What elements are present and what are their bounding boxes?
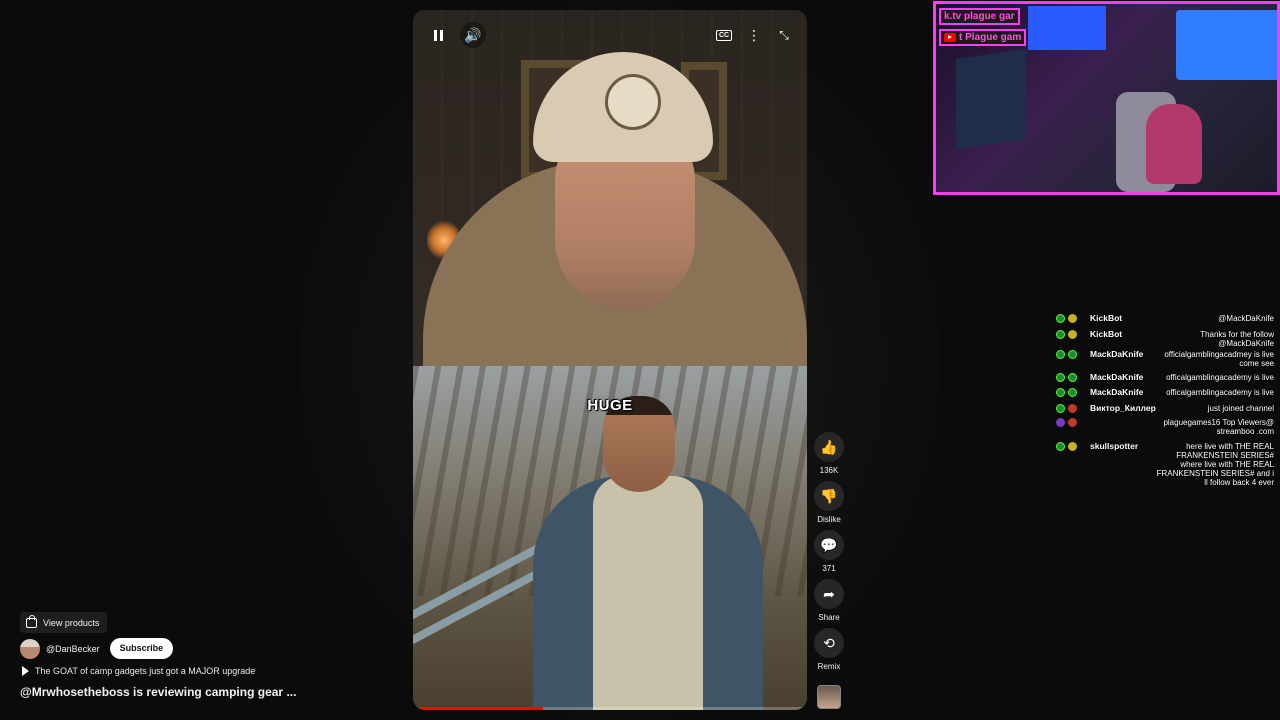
badge-icon — [1056, 314, 1065, 323]
youtube-icon — [944, 33, 956, 42]
chat-username: Виктор_Киллер — [1090, 403, 1156, 413]
chat-badges — [1056, 314, 1077, 323]
badge-icon — [1068, 314, 1077, 323]
view-products-button[interactable]: View products — [20, 612, 108, 633]
share-button[interactable]: ➦ Share — [813, 579, 845, 622]
channel-row: @DanBecker Subscribe — [20, 638, 174, 659]
progress-fill — [413, 707, 544, 710]
exit-fullscreen-button[interactable]: ⤡ — [773, 24, 795, 46]
chat-text: just joined channel — [1207, 404, 1274, 413]
remix-label: Remix — [817, 662, 841, 671]
chat-badges — [1056, 418, 1077, 427]
dislike-label: Dislike — [817, 515, 841, 524]
remix-button[interactable]: ⟲ Remix — [813, 628, 845, 671]
chat-badges — [1056, 330, 1077, 339]
thumbs-down-icon: 👎 — [814, 481, 844, 511]
related-video-title: The GOAT of camp gadgets just got a MAJO… — [35, 666, 256, 676]
chat-text: officalgamblingacademy is live — [1166, 388, 1274, 397]
video-top-clip — [413, 10, 807, 380]
chat-username: KickBot — [1090, 313, 1123, 323]
play-icon — [22, 666, 29, 676]
remix-icon: ⟲ — [814, 628, 844, 658]
chat-username: MackDaKnife — [1090, 387, 1144, 397]
kick-tag-text: k.tv plague gar — [944, 11, 1015, 22]
comment-count: 371 — [822, 564, 836, 573]
volume-button[interactable]: 🔊 — [460, 22, 486, 48]
dislike-button[interactable]: 👎 Dislike — [813, 481, 845, 524]
chat-text: here live with THE REAL FRANKENSTEIN SER… — [1156, 442, 1274, 487]
badge-icon — [1056, 404, 1065, 413]
badge-icon — [1056, 373, 1065, 382]
chat-username: skullspotter — [1090, 441, 1139, 451]
progress-bar[interactable] — [413, 707, 807, 710]
chat-badges — [1056, 373, 1077, 382]
channel-handle[interactable]: @DanBecker — [46, 644, 100, 654]
comment-icon: 💬 — [814, 530, 844, 560]
chat-text: @MackDaKnife — [1218, 314, 1274, 323]
chat-username: MackDaKnife — [1090, 372, 1144, 382]
subscribe-button[interactable]: Subscribe — [109, 638, 174, 659]
youtube-tag: t Plague gam — [939, 29, 1027, 46]
view-products-label: View products — [43, 617, 100, 628]
channel-thumbnail[interactable] — [817, 685, 841, 709]
chat-text: plaguegames16 Top Viewers@ streamboo .co… — [1163, 418, 1274, 436]
avatar[interactable] — [20, 638, 40, 659]
more-options-button[interactable]: ⋮ — [743, 24, 765, 46]
chat-username: KickBot — [1090, 329, 1123, 339]
badge-icon — [1056, 330, 1065, 339]
cap-logo — [605, 74, 661, 130]
chat-badges — [1056, 404, 1077, 413]
like-count: 136K — [819, 466, 839, 475]
shopping-bag-icon — [26, 614, 37, 628]
chat-badges — [1056, 442, 1077, 451]
badge-icon — [1068, 388, 1077, 397]
chat-badges — [1056, 350, 1077, 359]
related-video-link[interactable]: The GOAT of camp gadgets just got a MAJO… — [22, 666, 255, 676]
collapse-icon: ⤡ — [779, 27, 789, 42]
badge-icon — [1056, 418, 1065, 427]
badge-icon — [1056, 350, 1065, 359]
chat-text: officalgamblingacademy is live — [1166, 373, 1274, 382]
share-arrow-icon: ➦ — [814, 579, 844, 609]
youtube-tag-text: t Plague gam — [959, 32, 1022, 43]
badge-icon — [1068, 330, 1077, 339]
video-player[interactable]: HUGE 🔊 CC ⋮ ⤡ — [413, 10, 807, 710]
comments-button[interactable]: 💬 371 — [813, 530, 845, 573]
badge-icon — [1056, 388, 1065, 397]
volume-icon: 🔊 — [464, 26, 482, 43]
chat-text: officialgamblingacadmey is live come see — [1164, 350, 1274, 368]
share-label: Share — [818, 613, 840, 622]
like-button[interactable]: 👍 136K — [813, 432, 845, 475]
caption-overlay: HUGE — [587, 397, 633, 414]
vertical-dots-icon: ⋮ — [747, 26, 761, 43]
closed-captions-icon: CC — [715, 29, 733, 41]
pause-button[interactable] — [427, 24, 449, 46]
badge-icon — [1068, 404, 1077, 413]
captions-button[interactable]: CC — [713, 24, 735, 46]
chat-badges — [1056, 388, 1077, 397]
pause-icon — [433, 29, 443, 41]
stream-overlay: k.tv plague gar t Plague gam — [933, 1, 1280, 195]
chat-text: Thanks for the follow @MackDaKnife — [1200, 330, 1274, 348]
badge-icon — [1068, 418, 1077, 427]
video-title[interactable]: @Mrwhosetheboss is reviewing camping gea… — [20, 685, 296, 699]
badge-icon — [1068, 442, 1077, 451]
video-bottom-clip — [413, 366, 807, 710]
kick-tag: k.tv plague gar — [939, 8, 1020, 25]
chat-username: MackDaKnife — [1090, 349, 1144, 359]
badge-icon — [1068, 350, 1077, 359]
badge-icon — [1068, 373, 1077, 382]
thumbs-up-icon: 👍 — [814, 432, 844, 462]
chat-overlay: KickBot @MackDaKnife KickBot Thanks for the… — [1054, 310, 1280, 495]
badge-icon — [1056, 442, 1065, 451]
